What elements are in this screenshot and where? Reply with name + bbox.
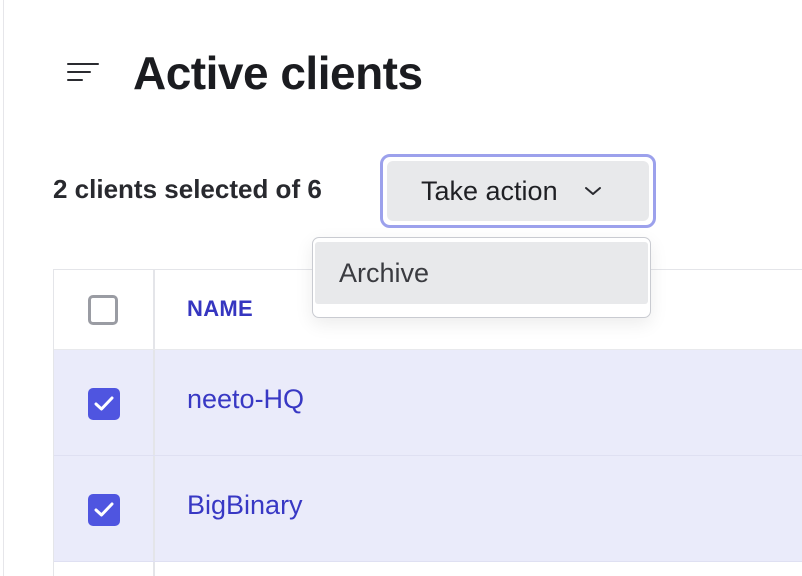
client-name-link[interactable]: BigBinary xyxy=(187,490,303,521)
hamburger-menu-icon[interactable] xyxy=(67,63,101,83)
client-name-link[interactable]: neeto-HQ xyxy=(187,384,304,415)
take-action-label: Take action xyxy=(421,175,558,206)
table-row[interactable]: BigBinary xyxy=(54,456,802,562)
check-icon xyxy=(94,502,114,517)
table-row[interactable] xyxy=(54,562,802,576)
page-title: Active clients xyxy=(133,47,423,99)
column-divider xyxy=(153,456,155,561)
column-header-name[interactable]: NAME xyxy=(187,296,253,322)
menu-item-archive[interactable]: Archive xyxy=(315,242,648,304)
row-checkbox-checked[interactable] xyxy=(88,494,120,526)
chevron-down-icon xyxy=(584,187,601,195)
selection-count-text: 2 clients selected of 6 xyxy=(53,174,322,204)
table-row[interactable]: neeto-HQ xyxy=(54,350,802,456)
row-checkbox-checked[interactable] xyxy=(88,388,120,420)
take-action-dropdown-menu: Archive xyxy=(312,237,651,318)
column-divider xyxy=(153,350,155,455)
column-divider xyxy=(153,270,155,349)
check-icon xyxy=(94,396,114,411)
sidebar-divider xyxy=(3,0,4,576)
take-action-button[interactable]: Take action xyxy=(380,154,656,228)
column-divider xyxy=(153,562,155,576)
select-all-checkbox[interactable] xyxy=(88,295,118,325)
